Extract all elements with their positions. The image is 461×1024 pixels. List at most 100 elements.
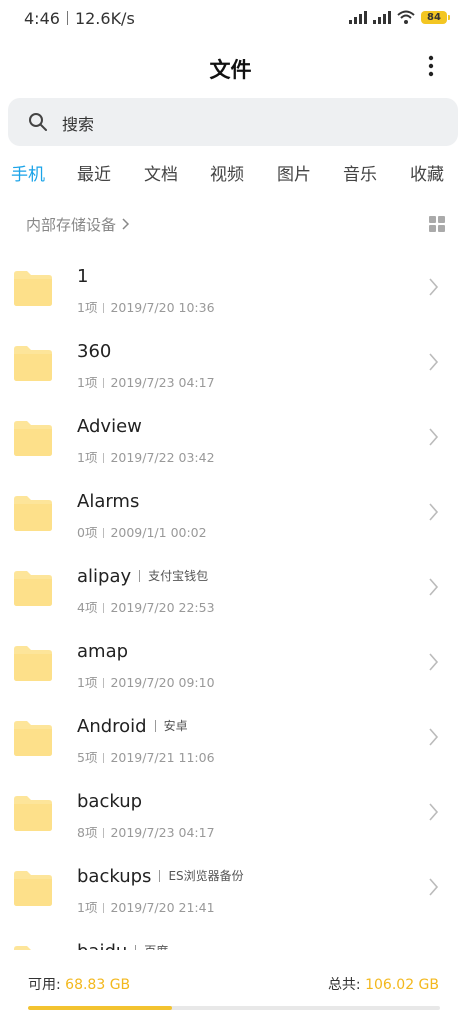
breadcrumb-label: 内部存储设备	[26, 216, 117, 234]
folder-row[interactable]: 1 1项 2019/7/20 10:36	[0, 250, 461, 325]
folder-icon	[12, 791, 54, 833]
folder-item-count: 1项	[77, 300, 98, 315]
folder-name: Alarms	[77, 491, 140, 512]
folder-row[interactable]: Android 安卓 5项 2019/7/21 11:06	[0, 700, 461, 775]
status-time: 4:46	[24, 9, 60, 28]
folder-name-line: backups ES浏览器备份	[77, 866, 244, 887]
folder-name-line: backup	[77, 791, 142, 812]
folder-app-tag: 百度	[135, 945, 168, 950]
search-bar[interactable]: 搜索	[8, 98, 458, 146]
wifi-icon	[397, 10, 415, 24]
folder-meta: 1项 2019/7/20 09:10	[77, 672, 215, 691]
folder-icon	[12, 341, 54, 383]
chevron-right-icon	[429, 578, 439, 596]
folder-row[interactable]: backup 8项 2019/7/23 04:17	[0, 775, 461, 850]
available-value: 68.83 GB	[65, 977, 131, 993]
folder-icon	[12, 716, 54, 758]
meta-divider	[103, 528, 105, 538]
meta-divider	[103, 453, 105, 463]
folder-meta: 5项 2019/7/21 11:06	[77, 747, 215, 766]
folder-meta: 1项 2019/7/20 21:41	[77, 897, 215, 916]
folder-date: 2019/7/20 22:53	[110, 600, 215, 615]
folder-name: 1	[77, 266, 89, 287]
folder-icon	[12, 641, 54, 683]
grid-view-icon[interactable]	[429, 216, 445, 232]
search-placeholder: 搜索	[62, 115, 95, 134]
meta-divider	[103, 903, 105, 913]
tab-phone[interactable]: 手机	[11, 160, 45, 185]
title-bar: 文件	[0, 44, 461, 88]
chevron-right-icon	[122, 218, 130, 230]
chevron-right-icon	[429, 353, 439, 371]
chevron-right-icon	[429, 878, 439, 896]
chevron-right-icon	[429, 803, 439, 821]
folder-name-line: Android 安卓	[77, 716, 188, 737]
search-icon	[29, 113, 47, 131]
meta-divider	[103, 378, 105, 388]
meta-divider	[103, 678, 105, 688]
tab-recent[interactable]: 最近	[77, 160, 111, 185]
folder-date: 2019/7/20 21:41	[110, 900, 215, 915]
folder-date: 2019/7/21 11:06	[110, 750, 215, 765]
folder-row[interactable]: amap 1项 2019/7/20 09:10	[0, 625, 461, 700]
folder-meta: 0项 2009/1/1 00:02	[77, 522, 207, 541]
folder-row[interactable]: alipay 支付宝钱包 4项 2019/7/20 22:53	[0, 550, 461, 625]
more-options-icon[interactable]	[421, 54, 441, 78]
folder-row[interactable]: 360 1项 2019/7/23 04:17	[0, 325, 461, 400]
folder-icon	[12, 491, 54, 533]
tab-videos[interactable]: 视频	[210, 160, 244, 185]
folder-icon	[12, 266, 54, 308]
folder-name: Android	[77, 716, 147, 737]
folder-name-line: 1	[77, 266, 88, 287]
available-label: 可用:	[28, 977, 61, 993]
folder-item-count: 5项	[77, 750, 98, 765]
tab-images[interactable]: 图片	[277, 160, 311, 185]
folder-row[interactable]: Alarms 0项 2009/1/1 00:02	[0, 475, 461, 550]
folder-row[interactable]: backups ES浏览器备份 1项 2019/7/20 21:41	[0, 850, 461, 925]
chevron-right-icon	[429, 653, 439, 671]
folder-name: alipay	[77, 566, 132, 587]
folder-icon	[12, 866, 54, 908]
chevron-right-icon	[429, 428, 439, 446]
meta-divider	[103, 603, 105, 613]
folder-item-count: 1项	[77, 375, 98, 390]
folder-name: amap	[77, 641, 129, 662]
tab-music[interactable]: 音乐	[343, 160, 377, 185]
folder-row[interactable]: Adview 1项 2019/7/22 03:42	[0, 400, 461, 475]
folder-item-count: 1项	[77, 900, 98, 915]
folder-meta: 1项 2019/7/22 03:42	[77, 447, 215, 466]
signal-icon	[349, 10, 367, 24]
folder-app-tag: 支付宝钱包	[139, 570, 208, 582]
folder-meta: 4项 2019/7/20 22:53	[77, 597, 215, 616]
folder-date: 2019/7/20 09:10	[110, 675, 215, 690]
status-right: 84	[349, 10, 450, 24]
total-storage: 总共: 106.02 GB	[328, 974, 439, 994]
folder-date: 2019/7/22 03:42	[110, 450, 215, 465]
folder-item-count: 8项	[77, 825, 98, 840]
chevron-right-icon	[429, 278, 439, 296]
signal-icon-2	[373, 10, 391, 24]
folder-icon	[12, 416, 54, 458]
tab-favorites[interactable]: 收藏	[410, 160, 444, 185]
folder-item-count: 1项	[77, 450, 98, 465]
folder-name-line: amap	[77, 641, 128, 662]
folder-row[interactable]: baidu 百度	[0, 925, 461, 950]
folder-date: 2019/7/20 10:36	[110, 300, 215, 315]
tab-documents[interactable]: 文档	[144, 160, 178, 185]
storage-summary: 可用: 68.83 GB 总共: 106.02 GB	[0, 960, 461, 1024]
folder-meta: 1项 2019/7/20 10:36	[77, 297, 215, 316]
breadcrumb[interactable]: 内部存储设备	[26, 214, 130, 235]
chevron-right-icon	[429, 503, 439, 521]
folder-name: Adview	[77, 416, 142, 437]
folder-item-count: 1项	[77, 675, 98, 690]
folder-date: 2019/7/23 04:17	[110, 825, 215, 840]
battery-icon: 84	[421, 10, 450, 24]
folder-name-line: Alarms	[77, 491, 139, 512]
total-value: 106.02 GB	[365, 977, 439, 993]
available-storage: 可用: 68.83 GB	[28, 974, 130, 994]
folder-name-line: baidu 百度	[77, 941, 168, 950]
folder-item-count: 4项	[77, 600, 98, 615]
folder-name: backups	[77, 866, 152, 887]
folder-app-tag: ES浏览器备份	[159, 870, 244, 882]
folder-name: 360	[77, 341, 112, 362]
